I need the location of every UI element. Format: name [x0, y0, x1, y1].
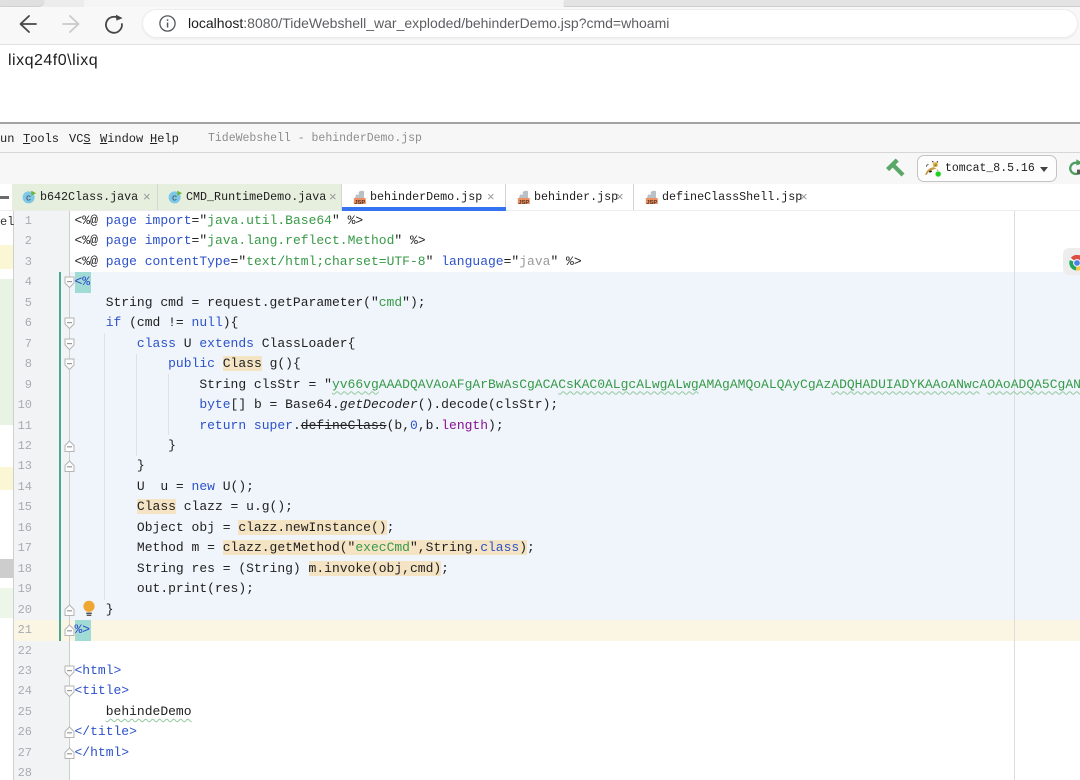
svg-text:JSP: JSP: [354, 200, 365, 204]
svg-text:JSP: JSP: [518, 200, 529, 204]
svg-text:c: c: [172, 194, 177, 204]
svg-text:c: c: [26, 194, 31, 204]
svg-text:JSP: JSP: [646, 200, 657, 204]
